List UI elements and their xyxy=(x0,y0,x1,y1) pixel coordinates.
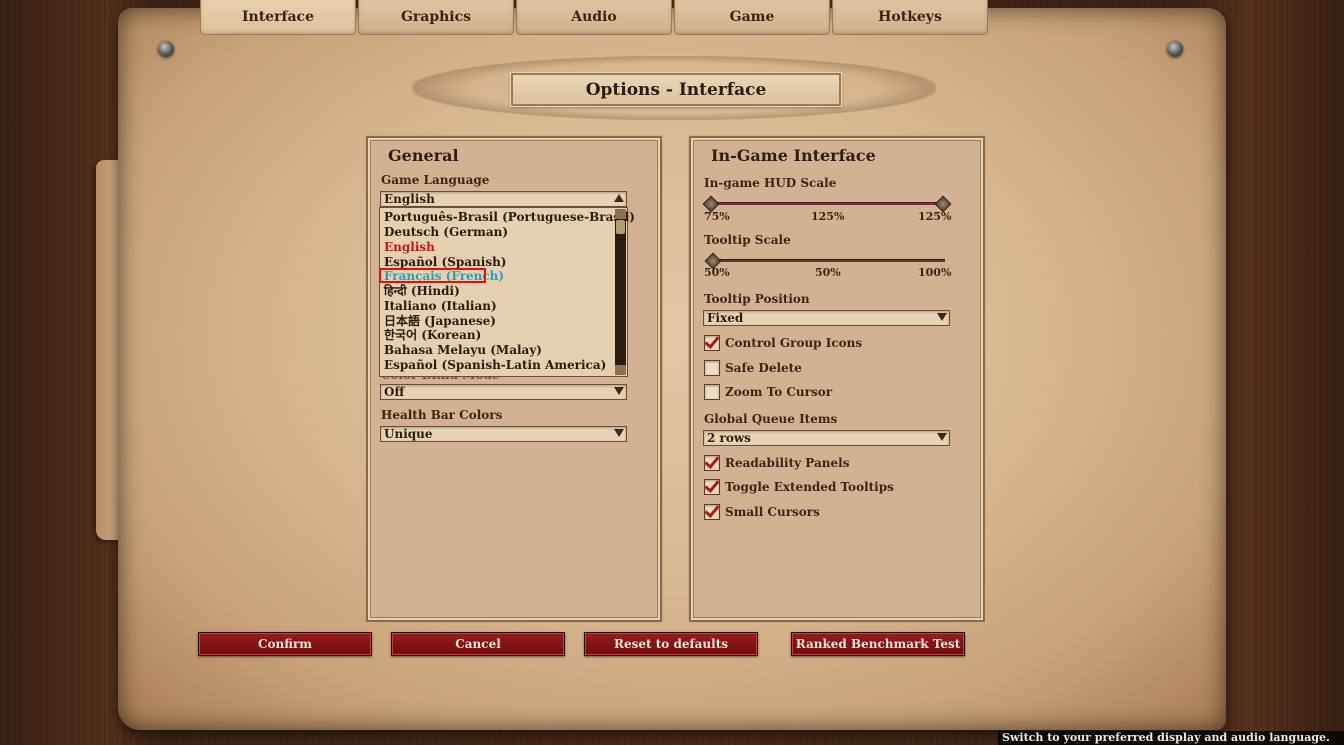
game-language-dropdown[interactable]: English xyxy=(380,191,627,207)
scroll-thumb[interactable] xyxy=(616,220,625,234)
tooltip-max-tick: 100% xyxy=(918,266,952,279)
global-queue-dropdown[interactable]: 2 rows xyxy=(703,430,950,446)
options-tabs: Interface Graphics Audio Game Hotkeys xyxy=(200,0,988,36)
hud-value: 125% xyxy=(918,210,952,223)
game-language-value: English xyxy=(384,192,435,206)
list-item[interactable]: 한국어 (Korean) xyxy=(384,328,481,343)
control-group-icons-label: Control Group Icons xyxy=(725,336,863,350)
global-queue-label: Global Queue Items xyxy=(704,412,838,426)
chevron-down-icon xyxy=(614,429,624,437)
health-bar-value: Unique xyxy=(384,427,433,441)
small-cursors-label: Small Cursors xyxy=(725,505,820,519)
status-tooltip: Switch to your preferred display and aud… xyxy=(998,731,1344,745)
readability-panels-label: Readability Panels xyxy=(725,456,850,470)
health-bar-label: Health Bar Colors xyxy=(381,408,503,422)
extended-tooltips-label: Toggle Extended Tooltips xyxy=(725,480,894,494)
tooltip-scale-slider[interactable] xyxy=(709,259,945,262)
zoom-to-cursor-label: Zoom To Cursor xyxy=(725,385,833,399)
reset-defaults-button[interactable]: Reset to defaults xyxy=(584,632,758,656)
pin-icon xyxy=(1167,41,1183,57)
list-item[interactable]: Español (Spanish-Latin America) xyxy=(384,358,606,373)
game-language-label: Game Language xyxy=(381,173,490,187)
tooltip-value: 50% xyxy=(815,266,841,279)
zoom-to-cursor-checkbox[interactable] xyxy=(704,384,720,400)
tab-graphics[interactable]: Graphics xyxy=(358,0,514,35)
benchmark-button[interactable]: Ranked Benchmark Test xyxy=(791,632,965,656)
list-item[interactable]: Bahasa Melayu (Malay) xyxy=(384,343,542,358)
scroll-up-icon[interactable] xyxy=(615,209,626,219)
list-item[interactable]: 日本語 (Japanese) xyxy=(384,314,496,329)
tooltip-position-value: Fixed xyxy=(707,311,744,325)
hud-min-tick: 75% xyxy=(704,210,730,223)
language-scrollbar[interactable] xyxy=(615,209,626,375)
tooltip-position-dropdown[interactable]: Fixed xyxy=(703,310,950,326)
chevron-down-icon xyxy=(937,313,947,321)
tooltip-scale-label: Tooltip Scale xyxy=(704,233,791,247)
page-title: Options - Interface xyxy=(511,73,841,106)
list-item-current[interactable]: English xyxy=(384,240,435,255)
color-blind-value: Off xyxy=(384,385,405,399)
list-item[interactable]: Deutsch (German) xyxy=(384,225,508,240)
hover-highlight xyxy=(379,268,486,283)
chevron-down-icon xyxy=(614,387,624,395)
tooltip-position-label: Tooltip Position xyxy=(704,292,810,306)
list-item[interactable]: हिन्दी (Hindi) xyxy=(384,284,460,299)
color-blind-dropdown[interactable]: Off xyxy=(380,384,627,400)
chevron-up-icon xyxy=(614,194,624,202)
hud-scale-label: In-game HUD Scale xyxy=(704,176,837,190)
language-list[interactable]: Português-Brasil (Portuguese-Brasil) Deu… xyxy=(379,207,635,377)
hud-mid-tick: 125% xyxy=(811,210,845,223)
tab-game[interactable]: Game xyxy=(674,0,830,35)
control-group-icons-checkbox[interactable] xyxy=(704,335,720,351)
list-item[interactable]: Português-Brasil (Portuguese-Brasil) xyxy=(384,210,635,225)
pin-icon xyxy=(158,41,174,57)
hud-scale-slider[interactable] xyxy=(709,202,941,205)
tab-hotkeys[interactable]: Hotkeys xyxy=(832,0,988,35)
tooltip-min-tick: 50% xyxy=(704,266,730,279)
health-bar-dropdown[interactable]: Unique xyxy=(380,426,627,442)
tab-interface[interactable]: Interface xyxy=(200,0,356,35)
list-item[interactable]: Italiano (Italian) xyxy=(384,299,497,314)
confirm-button[interactable]: Confirm xyxy=(198,632,372,656)
cancel-button[interactable]: Cancel xyxy=(391,632,565,656)
tab-audio[interactable]: Audio xyxy=(516,0,672,35)
small-cursors-checkbox[interactable] xyxy=(704,504,720,520)
readability-panels-checkbox[interactable] xyxy=(704,455,720,471)
global-queue-value: 2 rows xyxy=(707,431,751,445)
ingame-title: In-Game Interface xyxy=(711,146,876,165)
safe-delete-label: Safe Delete xyxy=(725,361,802,375)
general-title: General xyxy=(388,146,459,165)
chevron-down-icon xyxy=(937,433,947,441)
extended-tooltips-checkbox[interactable] xyxy=(704,479,720,495)
scroll-down-icon[interactable] xyxy=(615,365,626,375)
safe-delete-checkbox[interactable] xyxy=(704,360,720,376)
